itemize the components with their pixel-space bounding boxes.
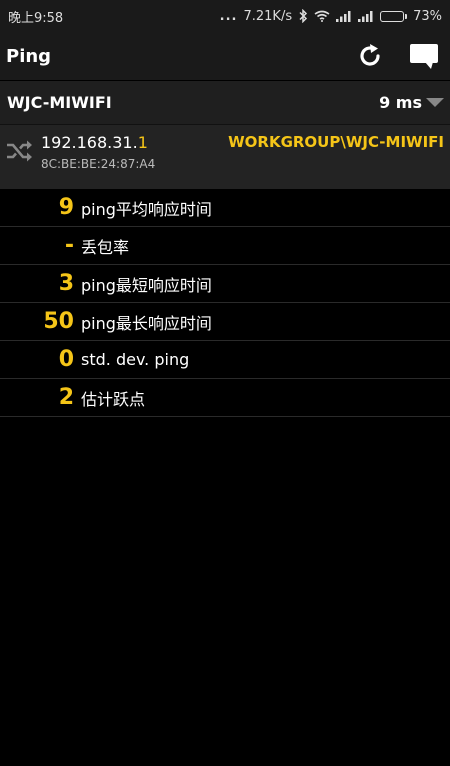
latency-dropdown[interactable]: 9 ms [379,93,444,112]
battery-icon [380,10,408,22]
stat-value: 50 [43,309,74,334]
host-detail[interactable]: 192.168.31.1 8C:BE:BE:24:87:A4 WORKGROUP… [0,125,450,189]
wifi-icon [314,10,330,22]
page-title: Ping [6,45,52,67]
host-header: WJC-MIWIFI 9 ms [0,81,450,125]
chevron-down-icon [426,97,444,107]
signal-icon [358,11,373,22]
stat-value: 0 [58,347,74,372]
status-time: 晚上9:58 [8,10,64,26]
list-item: 2 估计跃点 [0,379,450,417]
signal-icon [336,11,351,22]
status-bar: 晚上9:58 ... 7.21K/s 73% [0,0,450,32]
battery-percent: 73% [413,8,442,24]
comment-button[interactable] [408,40,440,72]
refresh-button[interactable] [354,40,386,72]
stat-label: ping平均响应时间 [81,199,212,219]
ping-stats-list: 9 ping平均响应时间 - 丢包率 3 ping最短响应时间 50 ping最… [0,189,450,417]
shuffle-icon [7,140,32,162]
app-bar-actions [354,40,444,72]
list-item: - 丢包率 [0,227,450,265]
list-item: 50 ping最长响应时间 [0,303,450,341]
status-dots: ... [219,8,238,24]
host-ip: 192.168.31.1 [41,133,148,152]
status-indicators: ... 7.21K/s 73% [220,9,442,24]
host-mac: 8C:BE:BE:24:87:A4 [41,157,156,171]
app-bar: Ping [0,32,450,80]
comment-icon [410,44,438,69]
stat-label: ping最长响应时间 [81,313,212,333]
stat-value: - [64,233,74,258]
host-panel: WJC-MIWIFI 9 ms 192.168.31.1 8C:BE:BE:24… [0,80,450,189]
refresh-icon [360,44,380,66]
stat-label: ping最短响应时间 [81,275,212,295]
stat-label: 估计跃点 [81,389,146,409]
stat-label: std. dev. ping [81,350,190,369]
list-item: 9 ping平均响应时间 [0,189,450,227]
host-workgroup: WORKGROUP\WJC-MIWIFI [228,133,444,151]
stat-value: 3 [58,271,74,296]
list-item: 0 std. dev. ping [0,341,450,379]
latency-value: 9 ms [379,93,422,112]
list-item: 3 ping最短响应时间 [0,265,450,303]
host-name: WJC-MIWIFI [7,93,112,112]
stat-value: 9 [58,195,74,220]
stat-value: 2 [58,385,74,410]
bluetooth-icon [299,9,308,23]
stat-label: 丢包率 [81,237,130,257]
network-speed: 7.21K/s [243,8,293,24]
